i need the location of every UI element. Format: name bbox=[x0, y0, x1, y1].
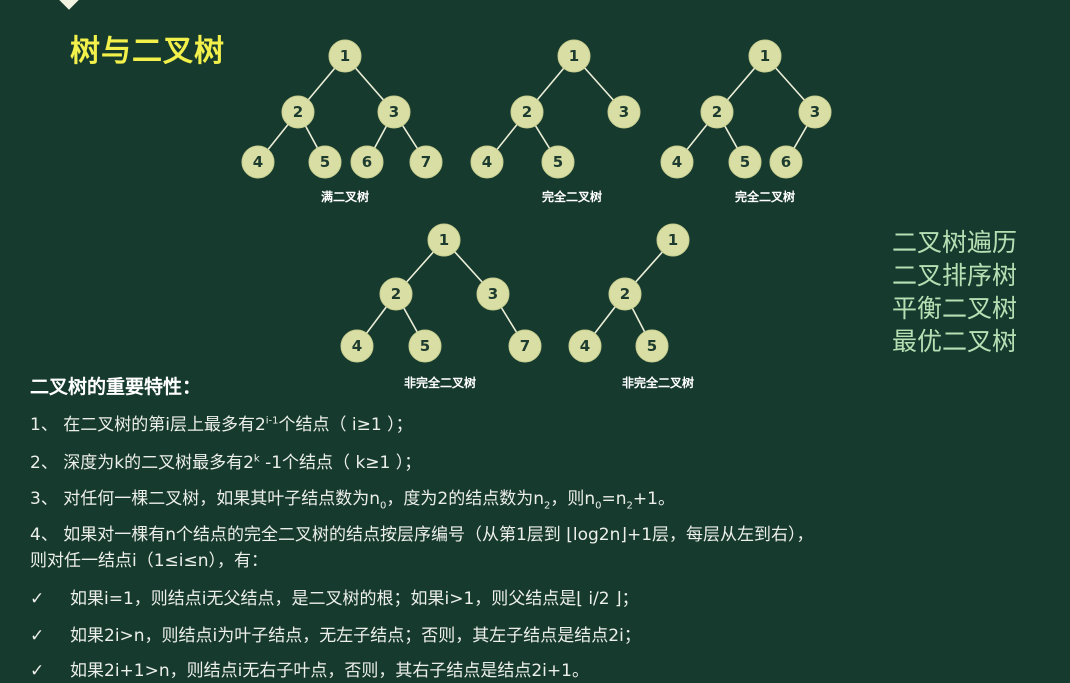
side-topic[interactable]: 平衡二叉树 bbox=[892, 292, 1017, 325]
tree-node-label: 5 bbox=[320, 153, 330, 171]
tree-node-label: 1 bbox=[340, 47, 350, 65]
tree-node: 3 bbox=[607, 95, 641, 129]
tree-caption-complete-2: 完全二叉树 bbox=[734, 190, 796, 204]
tree-caption-noncomplete-1: 非完全二叉树 bbox=[403, 376, 477, 390]
property-4-line-1: 4、 如果对一棵有n个结点的完全二叉树的结点按层序编号（从第1层到 ⌊log2n… bbox=[30, 525, 814, 545]
tree-node-label: 3 bbox=[810, 103, 820, 121]
tree-node: 5 bbox=[728, 145, 762, 179]
check-item: ✓ 如果2i+1>n，则结点i无右子叶点，否则，其右子结点是结点2i+1。 bbox=[30, 661, 589, 681]
tree-node-label: 3 bbox=[389, 103, 399, 121]
tree-node-label: 7 bbox=[421, 153, 431, 171]
tree-node: 1 bbox=[328, 39, 362, 73]
tree-node: 6 bbox=[769, 145, 803, 179]
tree-node: 5 bbox=[541, 145, 575, 179]
check-item: ✓ 如果2i>n，则结点i为叶子结点，无左子结点；否则，其左子结点是结点2i； bbox=[30, 626, 641, 646]
tree-node-label: 2 bbox=[712, 103, 722, 121]
tree-node: 5 bbox=[408, 329, 442, 363]
tree-node-label: 5 bbox=[647, 337, 657, 355]
tree-node-label: 2 bbox=[620, 285, 630, 303]
tree-node-label: 1 bbox=[569, 47, 579, 65]
tree-node: 2 bbox=[281, 95, 315, 129]
property-3: 3、 对任何一棵二叉树，如果其叶子结点数为n0，度为2的结点数为n2，则n0=n… bbox=[30, 489, 675, 512]
properties-heading: 二叉树的重要特性： bbox=[30, 376, 202, 398]
side-topic[interactable]: 二叉树遍历 bbox=[892, 226, 1017, 259]
tree-node: 7 bbox=[409, 145, 443, 179]
tree-node-label: 2 bbox=[293, 103, 303, 121]
tree-node: 1 bbox=[427, 223, 461, 257]
tree-node-label: 3 bbox=[488, 285, 498, 303]
tree-node: 4 bbox=[340, 329, 374, 363]
tree-node: 4 bbox=[470, 145, 504, 179]
tree-node: 2 bbox=[608, 277, 642, 311]
tree-node-label: 2 bbox=[522, 103, 532, 121]
tree-node-label: 6 bbox=[781, 153, 791, 171]
tree-node: 4 bbox=[241, 145, 275, 179]
tree-node: 2 bbox=[700, 95, 734, 129]
tree-node-label: 4 bbox=[672, 153, 682, 171]
tree-node-label: 4 bbox=[482, 153, 492, 171]
tree-node: 4 bbox=[568, 329, 602, 363]
tree-node-label: 7 bbox=[520, 337, 530, 355]
tree-node-label: 1 bbox=[439, 231, 449, 249]
tree-caption-complete-1: 完全二叉树 bbox=[541, 190, 603, 204]
side-topic[interactable]: 二叉排序树 bbox=[892, 259, 1017, 292]
tree-node: 1 bbox=[656, 223, 690, 257]
tree-node-label: 6 bbox=[362, 153, 372, 171]
side-topics: 二叉树遍历 二叉排序树 平衡二叉树 最优二叉树 bbox=[892, 226, 1017, 358]
tree-node: 5 bbox=[635, 329, 669, 363]
tree-node-label: 5 bbox=[553, 153, 563, 171]
tree-node: 3 bbox=[476, 277, 510, 311]
slide: 树与二叉树 1234567123451234561234571245 满二叉树 … bbox=[0, 0, 1070, 683]
tree-node: 2 bbox=[379, 277, 413, 311]
tree-caption-noncomplete-2: 非完全二叉树 bbox=[621, 376, 695, 390]
side-topic[interactable]: 最优二叉树 bbox=[892, 325, 1017, 358]
tree-node-label: 4 bbox=[352, 337, 362, 355]
tree-node-label: 5 bbox=[740, 153, 750, 171]
tree-node-label: 3 bbox=[619, 103, 629, 121]
tree-node: 6 bbox=[350, 145, 384, 179]
tree-node-label: 4 bbox=[253, 153, 263, 171]
checkmark-icon: ✓ bbox=[30, 589, 45, 609]
tree-node-label: 4 bbox=[580, 337, 590, 355]
tree-node-label: 2 bbox=[391, 285, 401, 303]
tree-node: 4 bbox=[660, 145, 694, 179]
tree-node: 3 bbox=[377, 95, 411, 129]
tree-node: 2 bbox=[510, 95, 544, 129]
property-4-line-2: 则对任一结点i（1≤i≤n），有： bbox=[30, 551, 269, 571]
tree-node: 3 bbox=[798, 95, 832, 129]
checkmark-icon: ✓ bbox=[30, 626, 45, 646]
tree-node: 1 bbox=[748, 39, 782, 73]
tree-node: 7 bbox=[508, 329, 542, 363]
property-2: 2、 深度为k的二叉树最多有2k -1个结点（ k≥1 ）； bbox=[30, 453, 422, 473]
checkmark-icon: ✓ bbox=[30, 661, 45, 681]
tree-node-label: 1 bbox=[760, 47, 770, 65]
tree-node-label: 1 bbox=[668, 231, 678, 249]
property-1: 1、 在二叉树的第i层上最多有2i-1个结点（ i≥1 ）； bbox=[30, 415, 413, 435]
check-item: ✓ 如果i=1，则结点i无父结点，是二叉树的根；如果i>1，则父结点是⌊ i/2 … bbox=[30, 589, 639, 609]
tree-node-label: 5 bbox=[420, 337, 430, 355]
tree-node: 5 bbox=[308, 145, 342, 179]
tree-caption-full: 满二叉树 bbox=[320, 190, 370, 204]
tree-node: 1 bbox=[557, 39, 591, 73]
